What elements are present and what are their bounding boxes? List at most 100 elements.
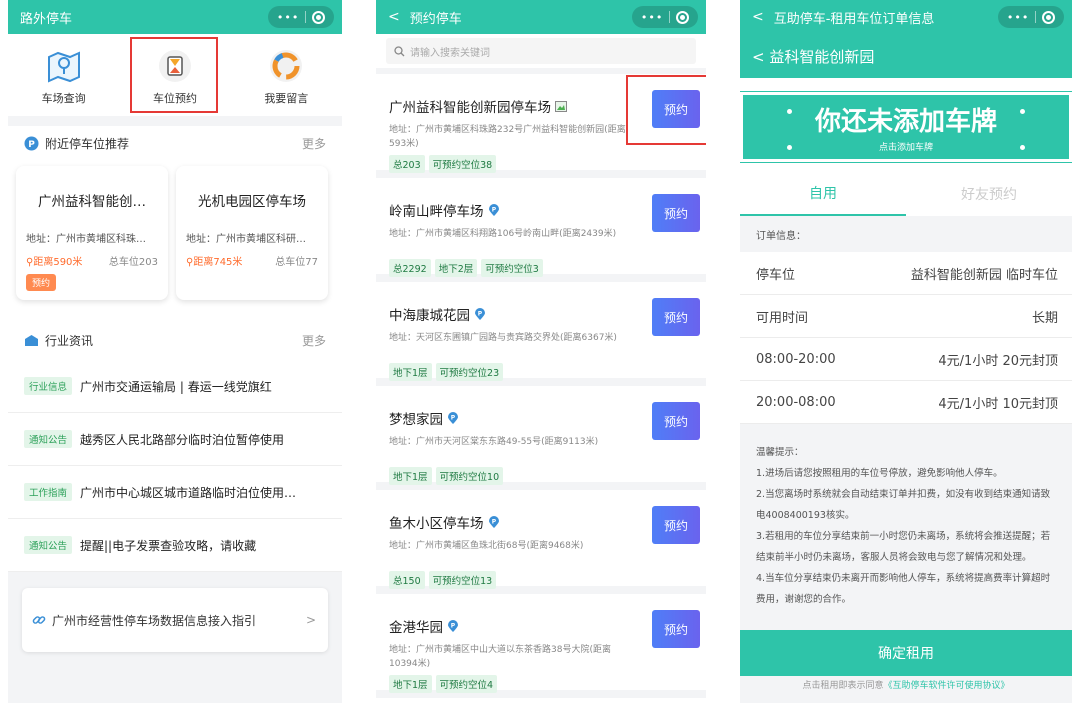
divider bbox=[669, 11, 671, 23]
lot-tag: 总2292 bbox=[389, 259, 431, 277]
parking-lot-item[interactable]: 鱼木小区停车场 P 地址：广州市黄埔区鱼珠北街68号(距离9468米) 总150 可… bbox=[376, 490, 706, 594]
access-guide-card[interactable]: 广州市经营性停车场数据信息接入指引 > bbox=[22, 588, 328, 652]
lot-name: 梦想家园 bbox=[389, 412, 443, 428]
parking-lot-list: 广州益科智能创新园停车场 地址：广州市黄埔区科珠路232号广州益科智能创新园(距… bbox=[376, 74, 706, 698]
plate-prompt: 你还未添加车牌 bbox=[814, 107, 997, 137]
back-icon[interactable]: < bbox=[752, 9, 764, 25]
svg-text:P: P bbox=[491, 206, 496, 213]
highlight-box bbox=[626, 75, 706, 145]
nearby-cards: 广州益科智能创… 地址：广州市黄埔区科珠… ⚲距离590米 总车位203 预约 光… bbox=[8, 160, 342, 320]
tips-text: 温馨提示： 1.进场后请您按照租用的车位号停放，避免影响他人停车。 2.当您离场… bbox=[740, 424, 1072, 630]
book-button[interactable]: 预约 bbox=[652, 506, 700, 544]
order-row: 停车位 益科智能创新园 临时车位 bbox=[740, 252, 1072, 295]
map-icon bbox=[46, 48, 82, 84]
agreement-text: 点击租用即表示同意《互助停车软件许可使用协议》 bbox=[802, 681, 1010, 691]
lot-address: 地址：广州市黄埔区鱼珠北街68号(距离9468米) bbox=[389, 541, 584, 551]
message-icon bbox=[268, 48, 304, 84]
lot-address: 地址：广州市黄埔区科珠路232号广州益科智能创新园(距离593米) bbox=[389, 125, 626, 149]
home-panel: 路外停车 ••• 车场查询 车位预约 我要留言 P 附近停车位推荐 更多 广州益… bbox=[8, 0, 342, 703]
tab-bar: 自用 好友预约 bbox=[740, 172, 1072, 216]
book-button[interactable]: 预约 bbox=[652, 610, 700, 648]
close-icon[interactable] bbox=[312, 10, 326, 24]
parking-lot-item[interactable]: 梦想家园 P 地址：广州市天河区棠东东路49-55号(距离9113米) 地下1层可… bbox=[376, 386, 706, 490]
divider bbox=[1035, 11, 1037, 23]
card-address: 地址：广州市黄埔区科研… bbox=[186, 234, 306, 245]
nearby-more-link[interactable]: 更多 bbox=[302, 135, 326, 152]
news-item[interactable]: 通知公告 提醒||电子发票查验攻略，请收藏 bbox=[8, 519, 342, 572]
highlight-box bbox=[130, 37, 218, 113]
news-tag: 工作指南 bbox=[24, 483, 73, 501]
agreement-link[interactable]: 《互助停车软件许可使用协议》 bbox=[884, 681, 1010, 691]
card-distance: ⚲距离590米 bbox=[26, 257, 83, 268]
add-plate-button[interactable]: 你还未添加车牌 点击添加车牌 bbox=[740, 91, 1072, 163]
image-icon bbox=[555, 100, 567, 112]
svg-text:P: P bbox=[491, 518, 496, 525]
lot-name: 岭南山畔停车场 bbox=[389, 204, 484, 220]
parking-lot-item[interactable]: 金港华园 P 地址：广州市黄埔区中山大道以东茶香路38号大院(距离10394米) … bbox=[376, 594, 706, 698]
link-icon bbox=[32, 616, 46, 624]
news-text: 提醒||电子发票查验攻略，请收藏 bbox=[80, 538, 257, 553]
news-item[interactable]: 行业信息 广州市交通运输局 | 春运一线党旗红 bbox=[8, 360, 342, 413]
card-total: 总车位203 bbox=[108, 257, 158, 268]
more-icon[interactable]: ••• bbox=[641, 12, 663, 23]
location-header[interactable]: < 益科智能创新园 bbox=[740, 34, 1072, 78]
lot-tag: 可预约空位3 bbox=[481, 259, 543, 277]
nearby-section-header: P 附近停车位推荐 更多 bbox=[8, 126, 342, 160]
lot-tag: 可预约空位38 bbox=[428, 155, 497, 173]
tab-friend-booking[interactable]: 好友预约 bbox=[906, 172, 1072, 216]
lot-tag: 可预约空位13 bbox=[428, 571, 497, 589]
menu-leave-message[interactable]: 我要留言 bbox=[241, 41, 331, 113]
mini-program-capsule[interactable]: ••• bbox=[632, 6, 698, 28]
news-more-link[interactable]: 更多 bbox=[302, 332, 326, 349]
order-row: 可用时间 长期 bbox=[740, 295, 1072, 338]
menu-lot-search[interactable]: 车场查询 bbox=[19, 41, 109, 113]
tab-self-use[interactable]: 自用 bbox=[740, 172, 906, 216]
lot-tag: 总150 bbox=[389, 571, 425, 589]
more-icon[interactable]: ••• bbox=[1007, 12, 1029, 23]
news-text: 广州市中心城区城市道路临时泊位使用… bbox=[80, 485, 297, 500]
parking-pin-icon: P bbox=[475, 307, 485, 320]
parking-lot-item[interactable]: 中海康城花园 P 地址：天河区东圃镇广园路与贵宾路交界处(距离6367米) 地下1… bbox=[376, 282, 706, 386]
lot-tag: 地下2层 bbox=[434, 259, 478, 277]
card-distance: ⚲距离745米 bbox=[186, 257, 243, 268]
news-item[interactable]: 通知公告 越秀区人民北路部分临时泊位暂停使用 bbox=[8, 413, 342, 466]
mini-program-capsule[interactable]: ••• bbox=[268, 6, 334, 28]
news-section-header: 行业资讯 更多 bbox=[8, 320, 342, 360]
lot-name: 金港华园 bbox=[389, 620, 443, 636]
plate-section: 你还未添加车牌 点击添加车牌 bbox=[740, 78, 1072, 172]
booking-panel: < 预约停车 ••• 请输入搜索关键词 广州益科智能创新园停车场 地址：广州市黄… bbox=[376, 0, 706, 703]
lot-name: 广州益科智能创新园停车场 bbox=[389, 100, 551, 116]
parking-pin-icon: P bbox=[488, 203, 499, 216]
tip-line: 3.若租用的车位分享结束前一小时您仍未离场，系统将会推送提醒；若结束前半小时仍未… bbox=[756, 531, 1051, 563]
back-icon[interactable]: < bbox=[388, 9, 400, 25]
section-title: 行业资讯 bbox=[45, 333, 94, 348]
order-panel: < 互助停车-租用车位订单信息 ••• < 益科智能创新园 你还未添加车牌 点击… bbox=[740, 0, 1072, 703]
news-item[interactable]: 工作指南 广州市中心城区城市道路临时泊位使用… bbox=[8, 466, 342, 519]
news-list: 行业信息 广州市交通运输局 | 春运一线党旗红 通知公告 越秀区人民北路部分临时泊位… bbox=[8, 360, 342, 572]
page-title: 路外停车 bbox=[20, 11, 73, 27]
parking-lot-item[interactable]: 岭南山畔停车场 P 地址：广州市黄埔区科翔路106号岭南山畔(距离2439米) 总… bbox=[376, 178, 706, 282]
lot-name: 鱼木小区停车场 bbox=[389, 516, 484, 532]
mini-program-capsule[interactable]: ••• bbox=[998, 6, 1064, 28]
svg-text:P: P bbox=[28, 140, 35, 150]
book-button[interactable]: 预约 bbox=[652, 298, 700, 336]
lot-address: 地址：广州市黄埔区中山大道以东茶香路38号大院(距离10394米) bbox=[389, 645, 611, 669]
lot-tag: 可预约空位23 bbox=[435, 363, 504, 381]
book-button[interactable]: 预约 bbox=[652, 402, 700, 440]
close-icon[interactable] bbox=[1042, 10, 1056, 24]
book-button[interactable]: 预约 bbox=[652, 194, 700, 232]
more-icon[interactable]: ••• bbox=[277, 12, 299, 23]
tip-line: 1.进场后请您按照租用的车位号停放，避免影响他人停车。 bbox=[756, 468, 1003, 479]
lot-address: 地址：广州市天河区棠东东路49-55号(距离9113米) bbox=[389, 437, 599, 447]
search-input[interactable]: 请输入搜索关键词 bbox=[386, 38, 696, 64]
confirm-rent-button[interactable]: 确定租用 bbox=[740, 630, 1072, 676]
lot-tag: 地下1层 bbox=[389, 363, 432, 381]
close-icon[interactable] bbox=[676, 10, 690, 24]
news-text: 越秀区人民北路部分临时泊位暂停使用 bbox=[80, 432, 285, 447]
lot-tag: 可预约空位4 bbox=[435, 675, 498, 693]
title-bar: < 互助停车-租用车位订单信息 ••• bbox=[740, 0, 1072, 34]
chevron-right-icon: > bbox=[305, 613, 316, 627]
parking-card[interactable]: 光机电园区停车场 地址：广州市黄埔区科研… ⚲距离745米 总车位77 bbox=[176, 166, 328, 300]
parking-card[interactable]: 广州益科智能创… 地址：广州市黄埔区科珠… ⚲距离590米 总车位203 预约 bbox=[16, 166, 168, 300]
